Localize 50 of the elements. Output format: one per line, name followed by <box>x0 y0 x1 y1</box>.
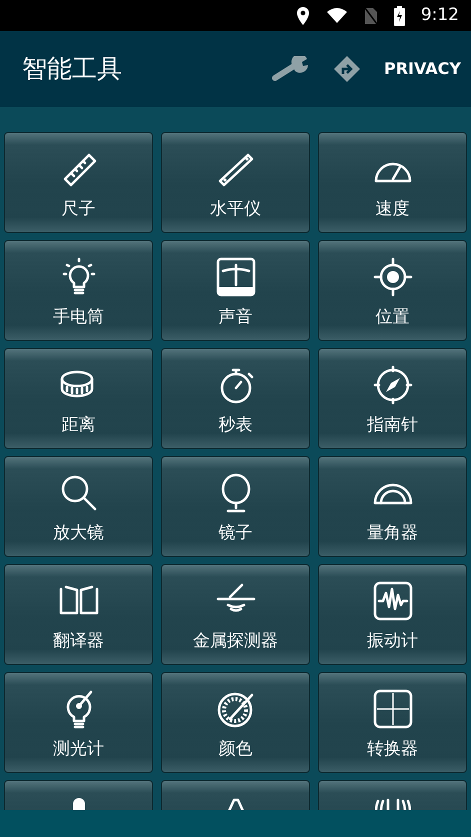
no-sim-icon <box>364 6 378 24</box>
tool-label: 金属探测器 <box>193 631 278 652</box>
sound-meter-icon <box>216 257 256 297</box>
tool-tile[interactable]: 手电筒 <box>4 240 153 341</box>
tool-tile[interactable]: 颜色 <box>161 672 310 773</box>
tool-label: 水平仪 <box>210 199 261 220</box>
wrench-button[interactable] <box>272 56 310 82</box>
share-button[interactable] <box>334 56 360 82</box>
tool-label: 速度 <box>376 199 410 220</box>
tool-tile[interactable]: 量角器 <box>318 456 467 557</box>
tool-tile[interactable]: 秒表 <box>161 348 310 449</box>
tool-label: 位置 <box>376 307 410 328</box>
tool-tile[interactable]: 位置 <box>318 240 467 341</box>
tool-label: 指南针 <box>367 415 418 436</box>
tool-tile[interactable]: 转换器 <box>318 672 467 773</box>
wifi-icon <box>326 7 348 24</box>
privacy-link[interactable]: PRIVACY <box>384 57 461 81</box>
battery-icon <box>394 6 405 26</box>
tool-tile[interactable]: 镜子 <box>161 456 310 557</box>
tool-tile[interactable]: 振动计 <box>318 564 467 665</box>
tool-label: 尺子 <box>62 199 96 220</box>
tool-tile[interactable]: 声音 <box>161 240 310 341</box>
tool-label: 振动计 <box>367 631 418 652</box>
tool-label: 颜色 <box>218 739 252 760</box>
tool-tile[interactable]: 测光计 <box>4 672 153 773</box>
tool-tile[interactable]: 翻译器 <box>4 564 153 665</box>
tool-tile[interactable]: 距离 <box>4 348 153 449</box>
tool-label: 距离 <box>62 415 96 436</box>
tool-tile[interactable]: 放大镜 <box>4 456 153 557</box>
target-icon <box>372 257 412 297</box>
tool-tile[interactable]: 尺子 <box>4 132 153 233</box>
tool-tile[interactable]: 速度 <box>318 132 467 233</box>
tool-tile[interactable]: 金属探测器 <box>161 564 310 665</box>
tool-label: 手电筒 <box>53 307 104 328</box>
waveform-icon <box>372 581 412 621</box>
tool-label: 转换器 <box>367 739 418 760</box>
clock-time: 9:12 <box>420 4 459 27</box>
tool-label: 测光计 <box>53 739 104 760</box>
tool-label: 秒表 <box>218 415 252 436</box>
app-title: 智能工具 <box>22 53 122 86</box>
tool-label: 量角器 <box>367 523 418 544</box>
compass-icon <box>372 365 412 405</box>
tool-label: 放大镜 <box>53 523 104 544</box>
tool-tile[interactable]: 指南针 <box>318 348 467 449</box>
tool-label: 翻译器 <box>53 631 104 652</box>
tool-label: 声音 <box>218 307 252 328</box>
location-icon <box>296 6 310 26</box>
vibration-icon <box>374 798 410 810</box>
tool-label: 镜子 <box>218 523 252 544</box>
tool-tile[interactable]: 水平仪 <box>161 132 310 233</box>
